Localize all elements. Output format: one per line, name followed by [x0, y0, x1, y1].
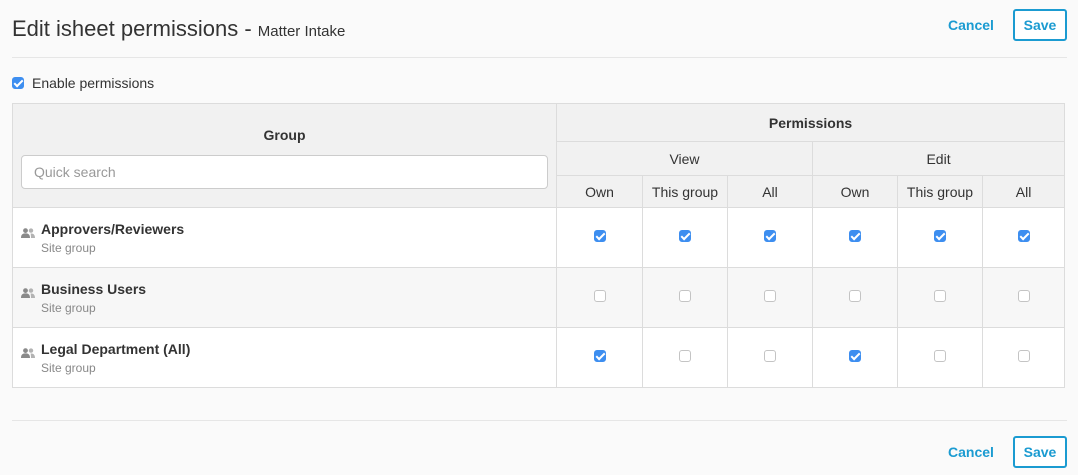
- perm-cell-view-all: [727, 267, 813, 328]
- group-name: Business Users: [41, 280, 147, 297]
- perm-checkbox-edit-own[interactable]: [849, 349, 861, 362]
- perm-checkbox-view-this-group[interactable]: [679, 349, 691, 362]
- table-row: Legal Department (All) Site group: [12, 327, 1066, 388]
- group-cell: Approvers/Reviewers Site group: [12, 207, 557, 268]
- perm-checkbox-edit-this-group[interactable]: [934, 289, 946, 302]
- perm-cell-edit-own: [812, 207, 898, 268]
- perm-cell-view-this-group: [642, 327, 728, 388]
- col-view-own: Own: [556, 175, 643, 208]
- enable-permissions[interactable]: Enable permissions: [12, 75, 154, 91]
- edit-header: Edit: [811, 141, 1066, 176]
- page-header: Edit isheet permissions - Matter Intake …: [12, 0, 1067, 58]
- perm-checkbox-edit-own[interactable]: [849, 229, 861, 242]
- col-view-this-group: This group: [642, 175, 728, 208]
- group-header: Group: [263, 127, 306, 143]
- view-header: View: [556, 141, 813, 176]
- col-edit-this-group: This group: [897, 175, 983, 208]
- perm-checkbox-view-all[interactable]: [764, 229, 776, 242]
- perm-cell-edit-all: [981, 327, 1066, 388]
- save-button-top[interactable]: Save: [1013, 9, 1067, 41]
- perm-checkbox-view-own[interactable]: [593, 229, 606, 242]
- perm-cell-view-own: [556, 207, 643, 268]
- perm-cell-edit-own: [812, 267, 898, 328]
- perm-checkbox-view-all[interactable]: [764, 289, 776, 302]
- permissions-header: Permissions: [555, 103, 1066, 142]
- group-icon: [21, 225, 35, 243]
- perm-cell-edit-this-group: [897, 267, 983, 328]
- perm-checkbox-view-this-group[interactable]: [679, 289, 691, 302]
- group-name: Legal Department (All): [41, 340, 191, 357]
- cancel-button-bottom[interactable]: Cancel: [948, 444, 994, 460]
- perm-cell-view-own: [556, 327, 643, 388]
- perm-cell-edit-this-group: [897, 327, 983, 388]
- permissions-table: Group Permissions View Edit Own This gro…: [12, 103, 1066, 388]
- perm-checkbox-view-own[interactable]: [593, 349, 606, 362]
- table-row: Business Users Site group: [12, 267, 1066, 328]
- table-row: Approvers/Reviewers Site group: [12, 207, 1066, 268]
- perm-checkbox-edit-own[interactable]: [849, 289, 861, 302]
- perm-checkbox-edit-all[interactable]: [1017, 349, 1030, 362]
- perm-cell-edit-this-group: [897, 207, 983, 268]
- group-type: Site group: [41, 360, 96, 375]
- page-subtitle: Matter Intake: [257, 23, 346, 40]
- group-cell: Business Users Site group: [12, 267, 557, 328]
- perm-cell-view-this-group: [642, 207, 728, 268]
- group-type: Site group: [41, 300, 96, 315]
- perm-cell-view-all: [727, 327, 813, 388]
- perm-cell-edit-all: [981, 207, 1066, 268]
- perm-checkbox-view-own[interactable]: [593, 289, 606, 302]
- footer-divider: [12, 420, 1067, 421]
- perm-cell-view-this-group: [642, 267, 728, 328]
- perm-cell-view-all: [727, 207, 813, 268]
- group-cell: Legal Department (All) Site group: [12, 327, 557, 388]
- perm-checkbox-edit-all[interactable]: [1017, 289, 1030, 302]
- quick-search-input[interactable]: [21, 155, 548, 189]
- enable-permissions-checkbox[interactable]: [12, 77, 24, 89]
- perm-checkbox-view-all[interactable]: [764, 349, 776, 362]
- perm-checkbox-edit-this-group[interactable]: [934, 349, 946, 362]
- perm-cell-view-own: [556, 267, 643, 328]
- title-separator: -: [238, 16, 258, 41]
- col-edit-all: All: [981, 175, 1066, 208]
- perm-checkbox-edit-this-group[interactable]: [934, 229, 946, 242]
- perm-cell-edit-all: [981, 267, 1066, 328]
- page-title-text: Edit isheet permissions: [12, 16, 239, 41]
- group-icon: [21, 285, 35, 303]
- perm-checkbox-edit-all[interactable]: [1017, 229, 1030, 242]
- col-edit-own: Own: [812, 175, 898, 208]
- col-view-all: All: [727, 175, 813, 208]
- perm-checkbox-view-this-group[interactable]: [679, 229, 691, 242]
- cancel-button-top[interactable]: Cancel: [948, 17, 994, 33]
- group-type: Site group: [41, 240, 96, 255]
- perm-cell-edit-own: [812, 327, 898, 388]
- group-header-cell: Group: [12, 103, 557, 208]
- save-button-bottom[interactable]: Save: [1013, 436, 1067, 468]
- group-icon: [21, 345, 35, 363]
- group-name: Approvers/Reviewers: [41, 220, 185, 237]
- page-title: Edit isheet permissions - Matter Intake: [12, 16, 345, 42]
- enable-permissions-label: Enable permissions: [32, 75, 155, 91]
